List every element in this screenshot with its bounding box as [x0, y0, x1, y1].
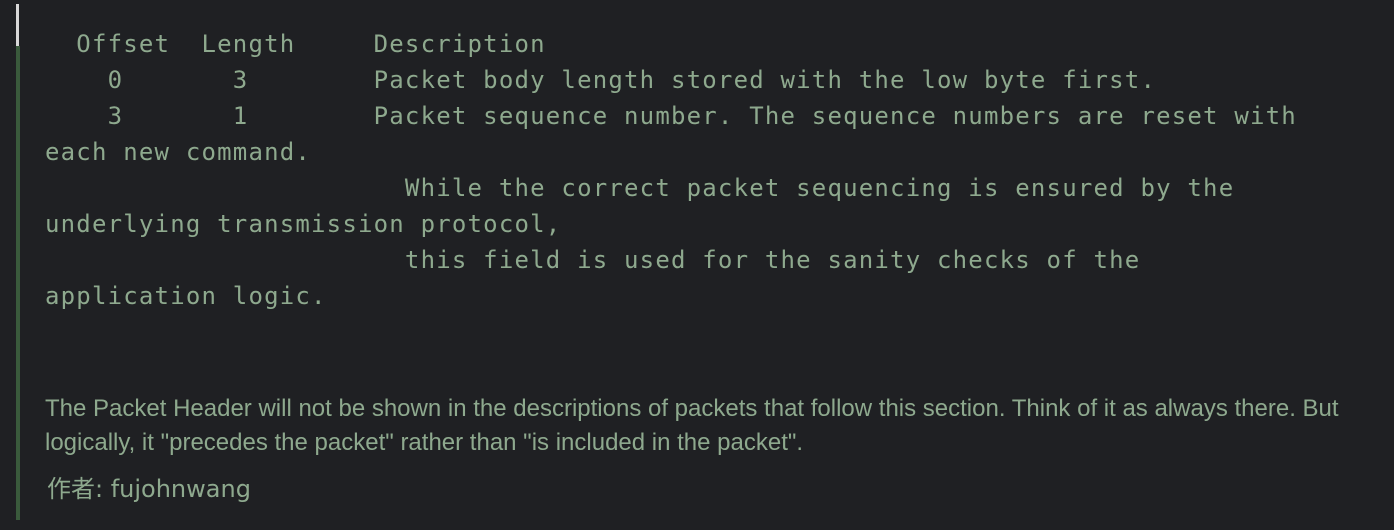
blank-lines: [45, 314, 1365, 392]
packet-header-table: Offset Length Description 0 3 Packet bod…: [45, 30, 1297, 310]
packet-header-note: The Packet Header will not be shown in t…: [45, 395, 1339, 456]
blockquote-border: [16, 46, 20, 520]
text-cursor: [16, 4, 19, 46]
author-credit: 作者: fujohnwang: [47, 475, 251, 503]
editor-viewport[interactable]: Offset Length Description 0 3 Packet bod…: [0, 0, 1394, 530]
blockquote-content: Offset Length Description 0 3 Packet bod…: [45, 26, 1365, 506]
